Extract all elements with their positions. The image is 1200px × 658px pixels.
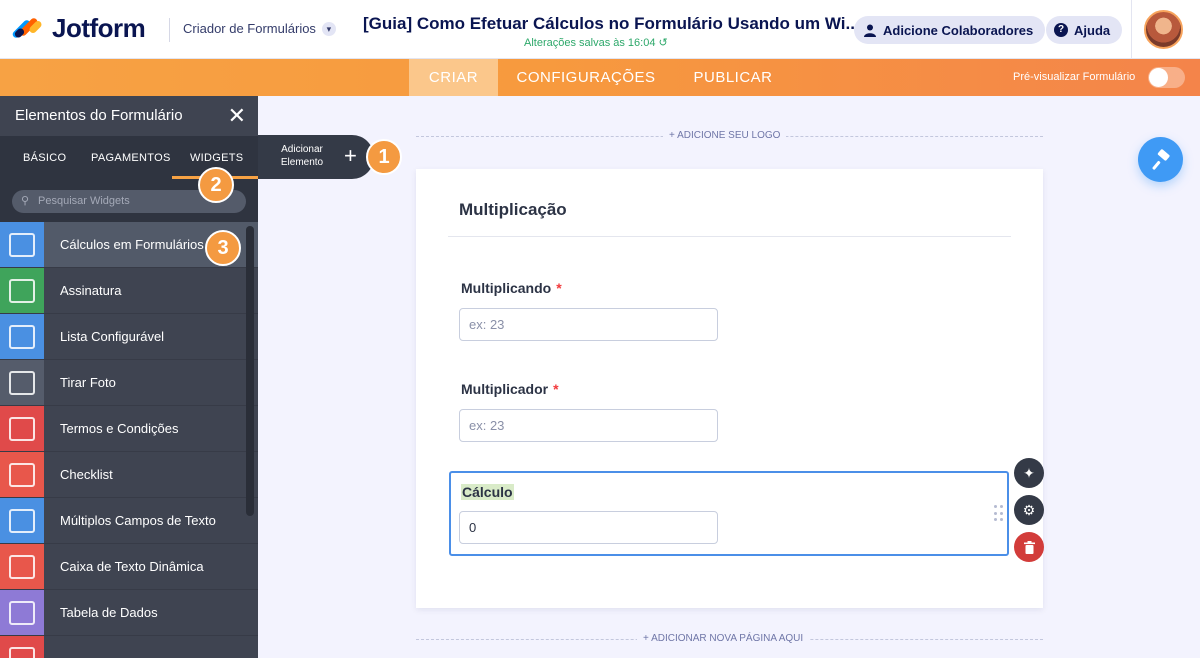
form-title[interactable]: [Guia] Como Efetuar Cálculos no Formulár…: [363, 14, 860, 34]
widget-list: Cálculos em Formulários Assinatura Lista C…: [0, 222, 258, 658]
widget-item[interactable]: Assinatura: [0, 268, 258, 314]
signature-icon: [0, 268, 44, 313]
form-designer-button[interactable]: [1138, 137, 1183, 182]
widget-item-label: Tirar Foto: [60, 375, 116, 390]
wand-icon[interactable]: ✦: [1014, 458, 1044, 488]
step-badge-1: 1: [366, 139, 402, 175]
camera-icon: [0, 360, 44, 405]
paint-roller-icon: [1151, 148, 1170, 170]
header-separator: [1131, 0, 1132, 59]
top-bar: Jotform Criador de Formulários ▾ [Guia] …: [0, 0, 1200, 59]
add-element-line1: Adicionar: [281, 144, 323, 155]
builder-navbar: CRIAR CONFIGURAÇÕES PUBLICAR Pré-visuali…: [0, 59, 1200, 96]
refresh-icon: ↺: [658, 37, 668, 49]
avatar[interactable]: [1144, 10, 1183, 49]
widget-item-label: Cálculos em Formulários: [60, 237, 204, 252]
widget-item-label: Termos e Condições: [60, 421, 179, 436]
tab-configuracoes[interactable]: CONFIGURAÇÕES: [510, 59, 662, 96]
multiple-text-fields-icon: [0, 498, 44, 543]
sidebar-scrollbar[interactable]: [246, 226, 254, 516]
calculation-field[interactable]: Cálculo 0: [449, 471, 1009, 556]
widget-item-label: Tabela de Dados: [60, 605, 158, 620]
required-marker: *: [556, 280, 562, 296]
add-new-page-link[interactable]: + ADICIONAR NOVA PÁGINA AQUI: [637, 633, 810, 644]
sidebar-title: Elementos do Formulário: [15, 107, 183, 124]
tab-criar[interactable]: CRIAR: [409, 59, 498, 96]
save-status: Alterações salvas às 16:04 ↺: [524, 36, 668, 49]
dynamic-textbox-icon: [0, 544, 44, 589]
preview-label: Pré-visualizar Formulário: [1013, 71, 1136, 83]
builder-dropdown[interactable]: Criador de Formulários ▾: [183, 21, 336, 36]
widget-item-label: Lista Configurável: [60, 329, 165, 344]
tab-publicar[interactable]: PUBLICAR: [686, 59, 780, 96]
widget-item-label: Caixa de Texto Dinâmica: [60, 559, 204, 574]
checklist-icon: [0, 452, 44, 497]
logo-text: Jotform: [52, 13, 146, 43]
multiplier-input[interactable]: ex: 23: [459, 409, 718, 442]
widget-item[interactable]: Lista Configurável: [0, 314, 258, 360]
add-collaborators-button[interactable]: Adicione Colaboradores: [854, 16, 1046, 44]
collaborators-label: Adicione Colaboradores: [883, 22, 1034, 38]
widget-item[interactable]: Tabela de Dados: [0, 590, 258, 636]
gear-icon[interactable]: ⚙: [1014, 495, 1044, 525]
widget-item-label: Múltiplos Campos de Texto: [60, 513, 216, 528]
trash-icon[interactable]: [1014, 532, 1044, 562]
heading-divider: [448, 236, 1011, 237]
form-heading[interactable]: Multiplicação: [459, 200, 567, 220]
step-badge-3: 3: [205, 230, 241, 266]
save-status-text: Alterações salvas às 16:04: [524, 37, 656, 49]
help-button[interactable]: ? Ajuda: [1046, 16, 1123, 44]
close-icon[interactable]: ✕: [228, 96, 246, 136]
calculator-icon: [0, 222, 44, 267]
data-table-icon: [0, 590, 44, 635]
multiplicand-label-text: Multiplicando: [461, 280, 552, 296]
jotform-logo[interactable]: Jotform: [11, 13, 146, 44]
widget-item[interactable]: Caixa de Texto Dinâmica: [0, 544, 258, 590]
help-label: Ajuda: [1074, 22, 1111, 38]
configurable-list-icon: [0, 314, 44, 359]
multiplicand-label: Multiplicando *: [461, 280, 562, 296]
widget-item-label: Checklist: [60, 467, 113, 482]
preview-toggle[interactable]: [1148, 67, 1185, 88]
question-icon: ?: [1054, 23, 1068, 37]
sidebar-header: Elementos do Formulário ✕: [0, 96, 258, 136]
chevron-down-icon: ▾: [321, 21, 336, 36]
tab-basico[interactable]: BÁSICO: [23, 136, 66, 180]
calculation-label: Cálculo: [461, 484, 514, 500]
widget-item[interactable]: Múltiplos Campos de Texto: [0, 498, 258, 544]
multiplicand-input[interactable]: ex: 23: [459, 308, 718, 341]
search-placeholder: Pesquisar Widgets: [38, 195, 130, 207]
widget-item[interactable]: Checklist: [0, 452, 258, 498]
multiplier-label: Multiplicador *: [461, 381, 559, 397]
search-icon: ⚲: [21, 195, 30, 207]
jotform-logo-icon: [11, 14, 43, 44]
widget-item[interactable]: [0, 636, 258, 658]
add-element-label: Adicionar Elemento: [278, 143, 326, 169]
user-icon: [864, 24, 876, 37]
tab-pagamentos[interactable]: PAGAMENTOS: [91, 136, 171, 180]
widget-icon: [0, 636, 44, 658]
builder-label: Criador de Formulários: [183, 21, 316, 36]
add-element-line2: Elemento: [280, 157, 324, 168]
add-logo-link[interactable]: + ADICIONE SEU LOGO: [663, 130, 787, 141]
widget-item[interactable]: Tirar Foto: [0, 360, 258, 406]
widget-item[interactable]: Termos e Condições: [0, 406, 258, 452]
terms-document-icon: [0, 406, 44, 451]
drag-handle[interactable]: [994, 505, 1004, 523]
required-marker: *: [553, 381, 559, 397]
calculation-input[interactable]: 0: [459, 511, 718, 544]
add-element-button[interactable]: Adicionar Elemento +: [258, 135, 374, 179]
plus-icon: +: [344, 143, 357, 168]
header-divider: [169, 18, 170, 42]
toggle-knob: [1149, 68, 1168, 87]
step-badge-2: 2: [198, 167, 234, 203]
widget-item-label: Assinatura: [60, 283, 122, 298]
multiplier-label-text: Multiplicador: [461, 381, 549, 397]
